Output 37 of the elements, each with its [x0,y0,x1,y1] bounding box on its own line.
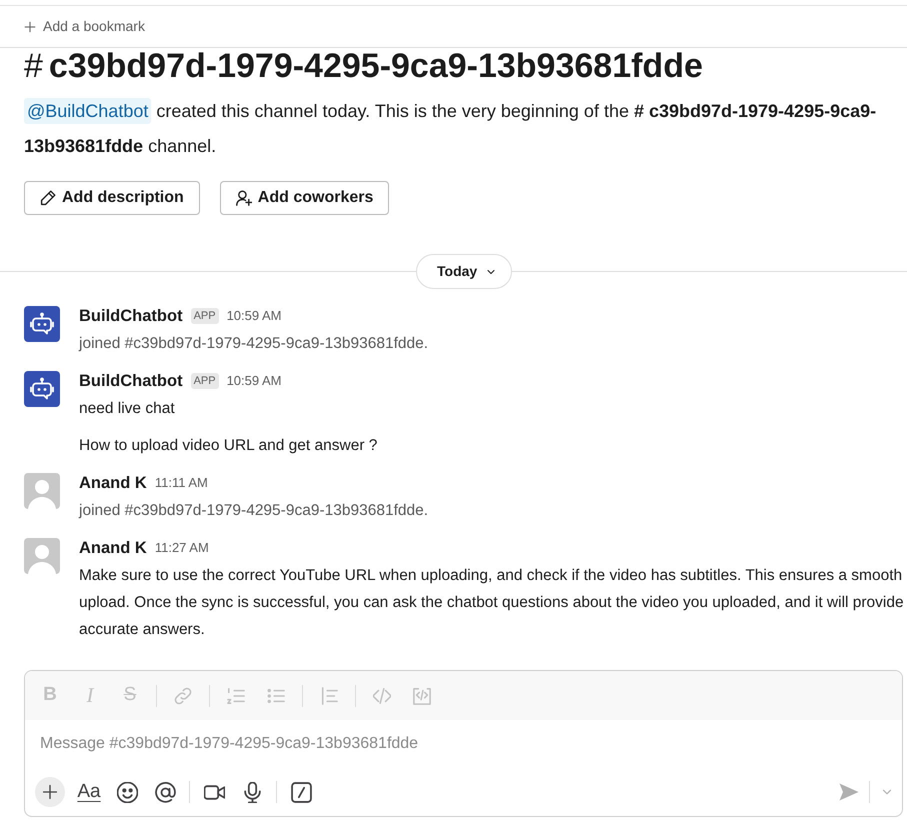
join-notice: joined #c39bd97d-1979-4295-9ca9-13b93681fdde. [79,501,428,521]
add-description-button[interactable]: Add description [24,181,200,215]
message-text: How to upload video URL and get answer ? [79,436,378,456]
message-text: need live chat [79,399,176,419]
add-coworkers-button[interactable]: Add coworkers [220,181,390,215]
person-plus-icon [236,190,252,206]
smiley-icon[interactable] [116,782,138,802]
plus-icon [42,784,58,800]
date-divider-button[interactable]: Today [416,254,512,289]
at-sign-icon[interactable] [154,782,176,802]
sender-name[interactable]: BuildChatbot [79,304,183,328]
app-tag: APP [190,308,219,324]
sender-name[interactable]: Anand K [79,470,147,496]
message-time[interactable]: 11:27 AM [154,538,209,558]
person-avatar-icon[interactable] [24,538,60,574]
pencil-icon [40,190,56,206]
hash-symbol: # [24,48,43,84]
plus-icon [24,20,36,32]
message-text: Make sure to use the correct YouTube URL when uploading, and check if the video has subtitles. This ensures a smooth upload. Once the sync is successful, you can ask the chatbot questions about the video you uploaded, and it will provide accurate answers. [79,566,905,640]
add-bookmark-button[interactable]: Add a bookmark [20,16,149,37]
add-button[interactable] [35,777,65,807]
mention-link[interactable]: @BuildChatbot [24,98,152,124]
channel-title: c39bd97d-1979-4295-9ca9-13b93681fdde [48,48,703,84]
message-time[interactable]: 10:59 AM [226,371,282,391]
join-notice: joined #c39bd97d-1979-4295-9ca9-13b93681fdde. [79,334,428,354]
message-time[interactable]: 10:59 AM [226,306,282,326]
app-tag: APP [190,373,219,389]
bot-avatar-icon[interactable] [24,306,60,342]
microphone-icon[interactable] [242,782,262,802]
text-format-button[interactable]: Aa [75,778,103,806]
sender-name[interactable]: BuildChatbot [79,368,183,394]
sender-name[interactable]: Anand K [79,536,147,560]
message-time[interactable]: 11:11 AM [154,473,208,493]
channel-intro-text: @BuildChatbot created this channel today. This is the very beginning of the # c39bd97d-1979-4295-9ca9-13b93681fdde channel. [24,94,883,164]
slash-command-icon[interactable] [290,782,312,802]
bot-avatar-icon[interactable] [24,371,60,407]
person-avatar-icon[interactable] [24,473,60,509]
